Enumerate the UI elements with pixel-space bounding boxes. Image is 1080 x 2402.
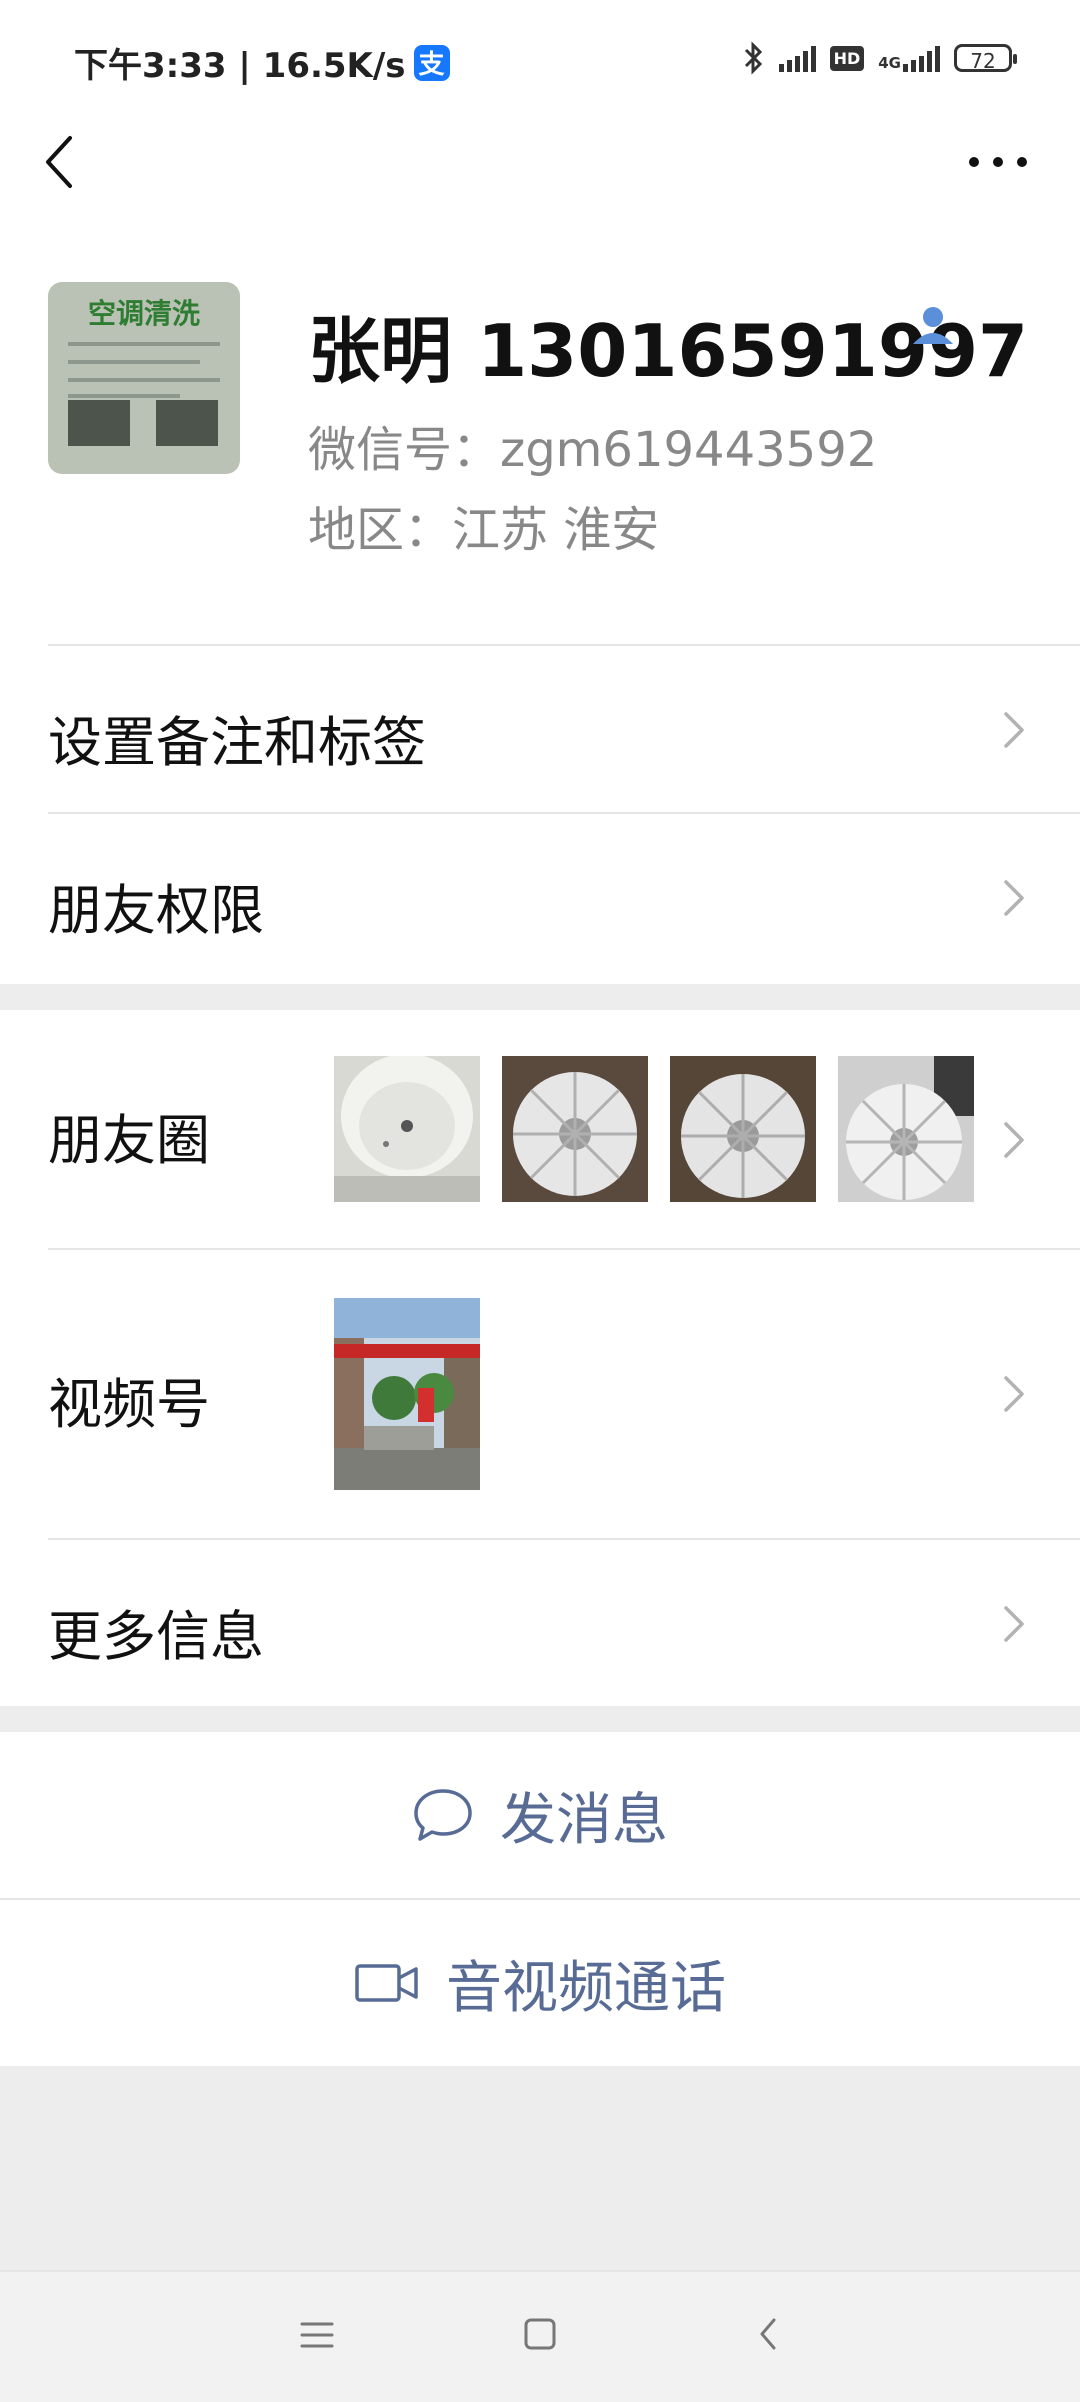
wechat-id: 微信号：zgm619443592 xyxy=(308,422,878,478)
more-info-row[interactable]: 更多信息 xyxy=(0,1540,1080,1706)
friend-permissions-label: 朋友权限 xyxy=(48,879,264,942)
moments-thumbnail xyxy=(838,1056,974,1202)
alipay-icon: 支 xyxy=(413,44,450,81)
nav-back-icon[interactable] xyxy=(754,2314,782,2354)
chevron-right-icon xyxy=(1004,880,1024,916)
channels-row[interactable]: 视频号 xyxy=(0,1250,1080,1538)
status-time-speed-text: 下午3:33 | 16.5K/s xyxy=(74,46,406,86)
av-call-label: 音视频通话 xyxy=(446,1955,726,2021)
back-icon[interactable] xyxy=(40,132,84,192)
contact-icon xyxy=(913,307,953,344)
more-info-label: 更多信息 xyxy=(48,1605,264,1668)
status-icons: HD 4G 72 xyxy=(743,38,1017,78)
avatar-text: 空调清洗 xyxy=(87,297,200,330)
nav-menu-icon[interactable] xyxy=(298,2318,336,2352)
video-camera-icon xyxy=(355,1964,418,2002)
set-remark-row[interactable]: 设置备注和标签 xyxy=(0,646,1080,812)
signal-icon xyxy=(778,44,816,72)
moments-thumbnail xyxy=(670,1056,816,1202)
moments-label: 朋友圈 xyxy=(48,1109,210,1172)
chevron-right-icon xyxy=(1004,1376,1024,1412)
bluetooth-icon xyxy=(744,41,762,75)
moments-thumbnail xyxy=(334,1056,480,1202)
av-call-button[interactable]: 音视频通话 xyxy=(0,1900,1080,2066)
chevron-right-icon xyxy=(1004,1606,1024,1642)
chevron-right-icon xyxy=(1004,712,1024,748)
avatar[interactable]: 空调清洗 xyxy=(48,282,240,474)
hd-badge: HD xyxy=(829,45,865,71)
moments-thumbnail xyxy=(502,1056,648,1202)
channels-label: 视频号 xyxy=(48,1373,210,1436)
set-remark-label: 设置备注和标签 xyxy=(48,711,426,774)
moments-row[interactable]: 朋友圈 xyxy=(0,1010,1080,1248)
network-type: 4G xyxy=(878,54,901,72)
channels-thumbnail xyxy=(334,1298,480,1490)
signal-4g-icon: 4G xyxy=(878,44,940,72)
chat-bubble-icon xyxy=(414,1789,472,1841)
battery-icon: 72 xyxy=(954,44,1017,73)
chevron-right-icon xyxy=(1004,1122,1024,1158)
send-message-button[interactable]: 发消息 xyxy=(0,1732,1080,1898)
nav-home-icon[interactable] xyxy=(522,2316,558,2352)
friend-permissions-row[interactable]: 朋友权限 xyxy=(0,814,1080,982)
status-time-speed: 下午3:33 | 16.5K/s 支 xyxy=(74,38,450,87)
region: 地区：江苏 淮安 xyxy=(308,502,660,558)
send-message-label: 发消息 xyxy=(500,1787,668,1853)
battery-level: 72 xyxy=(970,49,996,73)
more-icon[interactable] xyxy=(966,140,1030,180)
